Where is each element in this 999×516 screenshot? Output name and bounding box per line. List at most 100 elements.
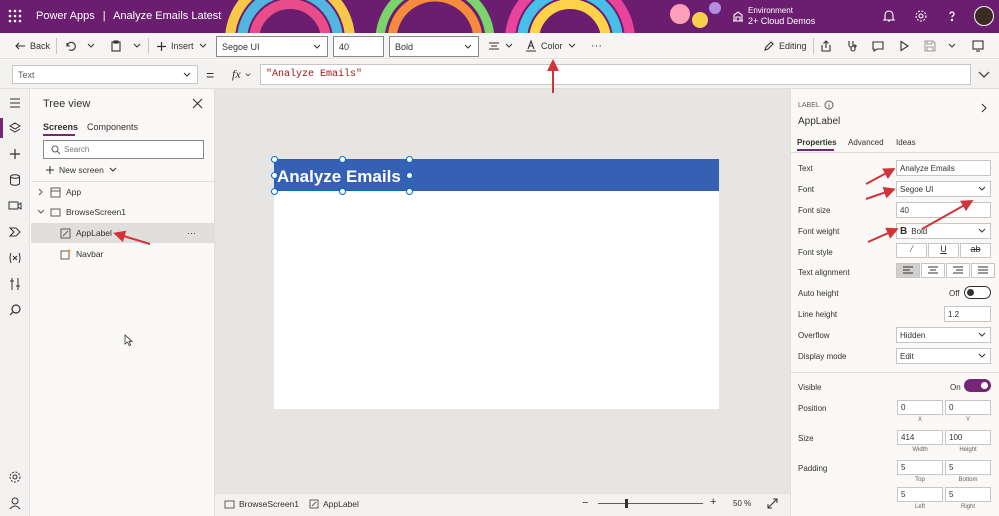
share-icon[interactable] <box>820 40 832 52</box>
tab-properties[interactable]: Properties <box>797 138 837 147</box>
text-property-input[interactable]: Analyze Emails <box>896 160 991 176</box>
search-icon[interactable] <box>8 303 22 317</box>
auto-height-toggle[interactable] <box>964 286 991 299</box>
settings-icon[interactable] <box>8 470 22 484</box>
new-screen-button[interactable]: New screen <box>45 163 118 177</box>
bell-icon[interactable] <box>882 9 896 23</box>
resize-handle[interactable] <box>271 188 278 195</box>
tree-search-input[interactable] <box>64 143 194 156</box>
hamburger-icon[interactable] <box>8 96 22 110</box>
app-launcher-icon[interactable] <box>8 9 22 23</box>
resize-handle[interactable] <box>406 188 413 195</box>
align-center-button[interactable] <box>921 263 945 278</box>
back-button[interactable]: Back <box>14 38 50 54</box>
chevron-down-icon[interactable] <box>86 42 96 50</box>
visible-toggle[interactable] <box>964 379 991 392</box>
zoom-in-button[interactable]: + <box>710 496 716 508</box>
tab-screens[interactable]: Screens <box>43 122 78 132</box>
font-size-property-input[interactable]: 40 <box>896 202 991 218</box>
comment-icon[interactable] <box>872 40 884 52</box>
zoom-out-button[interactable]: − <box>582 497 588 509</box>
play-icon[interactable] <box>898 40 910 52</box>
resize-handle[interactable] <box>271 156 278 163</box>
line-height-input[interactable]: 1.2 <box>944 306 991 322</box>
function-button[interactable]: fx <box>224 64 259 85</box>
user-avatar[interactable] <box>974 6 994 26</box>
align-menu-button[interactable] <box>488 38 514 54</box>
chevron-right-icon[interactable] <box>980 103 988 113</box>
formula-input[interactable]: "Analyze Emails" <box>260 64 971 85</box>
strikethrough-button[interactable]: ab <box>960 243 991 258</box>
environment-picker[interactable]: Environment 2+ Cloud Demos <box>748 5 815 27</box>
gear-icon[interactable] <box>914 9 928 23</box>
app-screen[interactable] <box>274 159 719 409</box>
breadcrumb-screen[interactable]: BrowseScreen1 <box>224 497 299 511</box>
zoom-slider-thumb[interactable] <box>625 499 628 508</box>
fit-to-window-icon[interactable] <box>767 498 778 509</box>
height-input[interactable]: 100 <box>945 430 991 445</box>
tab-ideas[interactable]: Ideas <box>896 138 916 147</box>
font-weight-property-dropdown[interactable]: B Bold <box>896 223 991 239</box>
stethoscope-icon[interactable] <box>846 40 858 52</box>
padding-top-input[interactable]: 5 <box>897 460 943 475</box>
zoom-slider[interactable] <box>598 503 703 504</box>
resize-handle[interactable] <box>406 156 413 163</box>
property-selector[interactable]: Text <box>12 65 198 84</box>
virtual-agent-icon[interactable] <box>8 496 22 510</box>
close-icon[interactable] <box>192 98 203 109</box>
overflow-dropdown[interactable]: Hidden <box>896 327 991 343</box>
variables-icon[interactable] <box>8 251 22 265</box>
tree-item-navbar[interactable]: Navbar <box>31 244 215 264</box>
chevron-down-icon[interactable] <box>132 42 142 50</box>
tree-item-browsescreen1[interactable]: BrowseScreen1 <box>31 202 215 222</box>
clipboard-icon[interactable] <box>110 40 122 52</box>
italic-button[interactable]: / <box>896 243 927 258</box>
undo-icon[interactable] <box>64 40 76 52</box>
font-dropdown[interactable]: Segoe UI <box>216 36 328 57</box>
resize-handle[interactable] <box>339 156 346 163</box>
padding-left-input[interactable]: 5 <box>897 487 943 502</box>
info-icon[interactable] <box>824 100 834 110</box>
save-icon[interactable] <box>924 40 936 52</box>
help-icon[interactable] <box>945 9 959 23</box>
tree-item-applabel[interactable]: AppLabel ··· <box>31 223 215 243</box>
padding-bottom-input[interactable]: 5 <box>945 460 991 475</box>
width-input[interactable]: 414 <box>897 430 943 445</box>
product-name[interactable]: Power Apps <box>36 10 95 22</box>
tools-icon[interactable] <box>8 277 22 291</box>
tree-item-app[interactable]: App <box>31 182 215 202</box>
publish-icon[interactable] <box>972 40 984 52</box>
display-mode-dropdown[interactable]: Edit <box>896 348 991 364</box>
underline-button[interactable]: U <box>928 243 959 258</box>
plus-icon[interactable] <box>8 147 22 161</box>
editing-button[interactable]: Editing <box>763 38 807 54</box>
media-icon[interactable] <box>8 199 22 213</box>
more-commands-icon[interactable]: ··· <box>591 38 602 54</box>
power-automate-icon[interactable] <box>8 225 22 239</box>
align-left-button[interactable] <box>896 263 920 278</box>
resize-handle[interactable] <box>406 172 413 179</box>
resize-handle[interactable] <box>339 188 346 195</box>
font-property-dropdown[interactable]: Segoe UI <box>896 181 991 197</box>
chevron-down-icon[interactable] <box>947 42 957 50</box>
database-icon[interactable] <box>8 173 22 187</box>
padding-right-input[interactable]: 5 <box>945 487 991 502</box>
control-name[interactable]: AppLabel <box>798 116 840 127</box>
tab-advanced[interactable]: Advanced <box>848 138 884 147</box>
resize-handle[interactable] <box>271 172 278 179</box>
color-button[interactable]: Color <box>525 38 577 54</box>
breadcrumb-control[interactable]: AppLabel <box>309 497 359 511</box>
insert-button[interactable]: Insert <box>156 38 208 54</box>
position-y-input[interactable]: 0 <box>945 400 991 415</box>
expand-formula-icon[interactable] <box>978 70 990 80</box>
justify-button[interactable] <box>971 263 995 278</box>
font-weight-dropdown[interactable]: Bold <box>389 36 479 57</box>
font-size-input[interactable]: 40 <box>333 36 384 57</box>
align-right-button[interactable] <box>946 263 970 278</box>
tree-item-label: BrowseScreen1 <box>66 207 127 217</box>
more-options-icon[interactable]: ··· <box>187 228 196 238</box>
position-x-input[interactable]: 0 <box>897 400 943 415</box>
label-icon <box>309 499 319 509</box>
layers-icon[interactable] <box>8 121 22 135</box>
tab-components[interactable]: Components <box>87 122 138 132</box>
